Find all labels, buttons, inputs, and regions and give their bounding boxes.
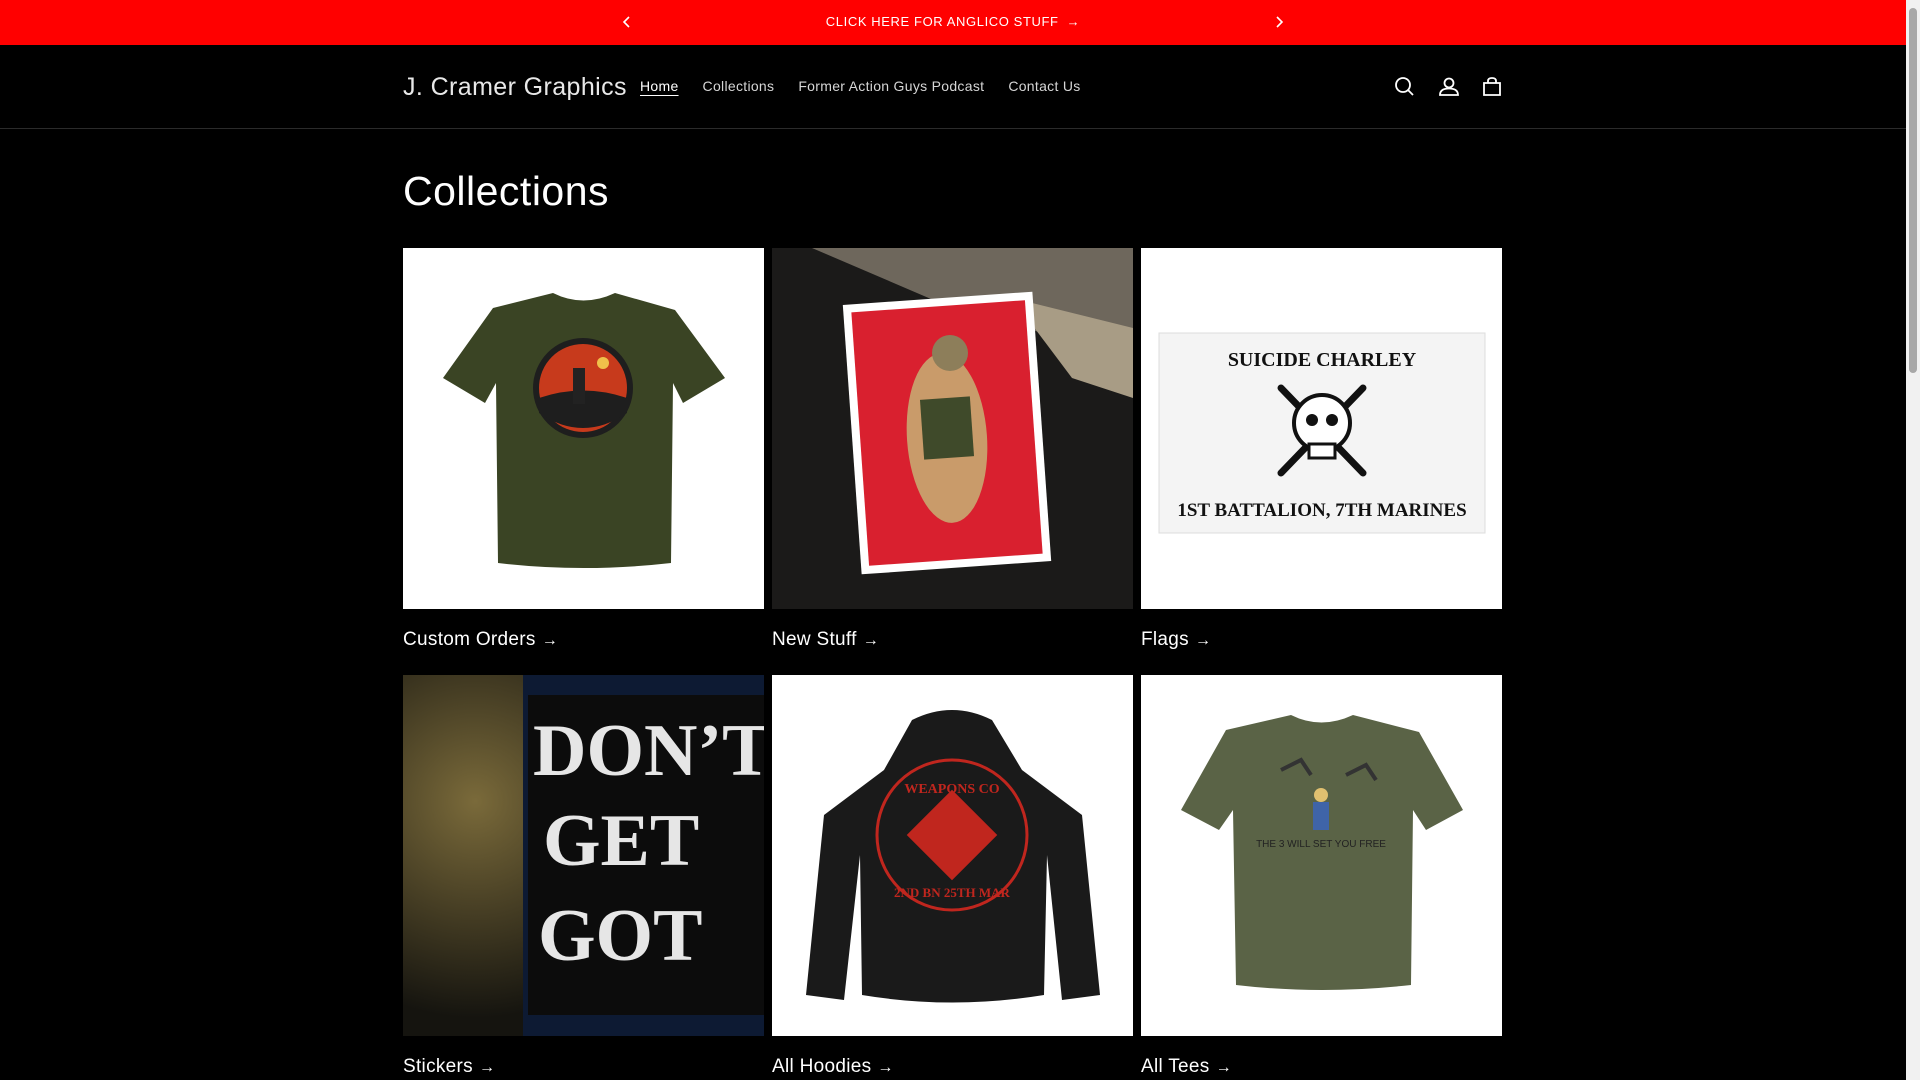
sticker-line-2: GET — [543, 800, 699, 882]
flag-bottom-text: 1ST BATTALION, 7TH MARINES — [1177, 500, 1466, 521]
arrow-right-icon: → — [1194, 632, 1212, 649]
collection-title: Stickers — [403, 1056, 473, 1077]
nav-item-collections[interactable]: Collections — [691, 78, 787, 94]
collection-card-all-tees[interactable]: THE 3 WILL SET YOU FREE All Tees → — [1141, 675, 1502, 1077]
site-header: J. Cramer Graphics Home Collections Form… — [0, 45, 1906, 129]
chevron-right-icon[interactable] — [1268, 11, 1290, 33]
collection-card-custom-orders[interactable]: Custom Orders → — [403, 248, 764, 650]
scrollbar-thumb[interactable] — [1909, 8, 1917, 373]
arrow-right-icon: → — [877, 1059, 894, 1076]
collection-image — [772, 248, 1133, 609]
sticker-line-3: GOT — [538, 895, 702, 977]
page-scrollbar[interactable] — [1906, 0, 1920, 1080]
collection-title: All Tees — [1141, 1056, 1210, 1077]
tee-text: THE 3 WILL SET YOU FREE — [1256, 839, 1386, 850]
announcement-link[interactable]: CLICK HERE FOR ANGLICO STUFF → — [826, 14, 1080, 29]
hoodie-top-text: WEAPONS CO — [904, 782, 999, 797]
collection-image: THE 3 WILL SET YOU FREE — [1141, 675, 1502, 1036]
collection-image: WEAPONS CO 2ND BN 25TH MAR — [772, 675, 1133, 1036]
hoodie-bottom-text: 2ND BN 25TH MAR — [894, 885, 1011, 900]
collection-card-stickers[interactable]: DON’T GET GOT Stickers → — [403, 675, 764, 1077]
collection-title: All Hoodies — [772, 1056, 872, 1077]
announcement-text: CLICK HERE FOR ANGLICO STUFF — [825, 14, 1059, 29]
cart-icon[interactable] — [1479, 74, 1505, 100]
search-icon[interactable] — [1392, 74, 1418, 100]
nav-item-home[interactable]: Home — [628, 78, 691, 94]
page-title: Collections — [403, 168, 610, 214]
announcement-bar: CLICK HERE FOR ANGLICO STUFF → — [0, 0, 1906, 45]
arrow-right-icon: → — [1215, 1059, 1232, 1076]
nav-item-podcast[interactable]: Former Action Guys Podcast — [786, 78, 996, 94]
collection-card-flags[interactable]: SUICIDE CHARLEY 1ST BATTALION, 7TH MARIN… — [1141, 248, 1502, 650]
arrow-right-icon: → — [478, 1059, 496, 1076]
arrow-right-icon: → — [1066, 14, 1081, 29]
sticker-line-1: DON’T — [533, 710, 764, 792]
arrow-right-icon: → — [862, 632, 880, 649]
nav-item-contact[interactable]: Contact Us — [996, 78, 1092, 94]
collection-card-new-stuff[interactable]: New Stuff → — [772, 248, 1133, 650]
collection-image: SUICIDE CHARLEY 1ST BATTALION, 7TH MARIN… — [1141, 248, 1502, 609]
collection-title: Custom Orders — [403, 629, 536, 650]
collection-card-all-hoodies[interactable]: WEAPONS CO 2ND BN 25TH MAR All Hoodies → — [772, 675, 1133, 1077]
main-nav: Home Collections Former Action Guys Podc… — [628, 78, 1093, 94]
flag-top-text: SUICIDE CHARLEY — [1228, 349, 1417, 371]
collection-title: Flags — [1141, 629, 1189, 650]
account-icon[interactable] — [1436, 74, 1462, 100]
collection-image: DON’T GET GOT — [403, 675, 764, 1036]
collection-image — [403, 248, 764, 609]
arrow-right-icon: → — [541, 632, 559, 649]
site-logo[interactable]: J. Cramer Graphics — [403, 73, 627, 102]
announcement-message: CLICK HERE FOR ANGLICO STUFF → — [0, 14, 1906, 29]
collection-title: New Stuff — [772, 629, 857, 650]
